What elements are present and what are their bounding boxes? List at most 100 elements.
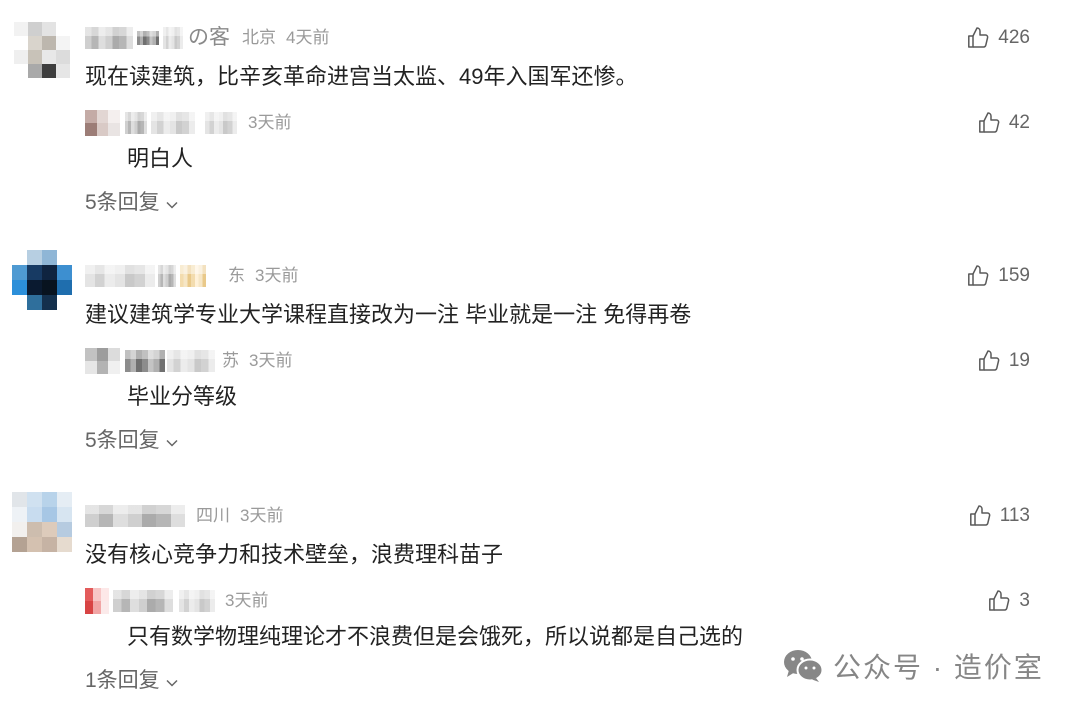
avatar-pixel	[85, 361, 97, 374]
redacted-username[interactable]	[113, 590, 173, 612]
avatar-pixel	[56, 36, 70, 50]
location: 四川	[196, 506, 230, 525]
avatar-pixel	[96, 123, 109, 136]
redacted-username[interactable]	[163, 27, 183, 49]
reply-avatar[interactable]	[85, 348, 120, 374]
redacted-username[interactable]	[158, 265, 176, 287]
avatar-pixel	[85, 601, 93, 614]
reply-like-button[interactable]: 19	[977, 349, 1030, 373]
reply-header: 苏 3天前	[85, 347, 292, 375]
avatar-pixel	[93, 588, 101, 601]
avatar-pixel	[12, 492, 27, 507]
avatar-pixel	[42, 537, 57, 552]
avatar-pixel	[28, 22, 42, 36]
expand-replies-label: 5条回复	[85, 429, 160, 452]
avatar-pixel	[42, 492, 57, 507]
avatar-pixel	[12, 295, 27, 310]
redacted-username[interactable]	[125, 350, 165, 372]
expand-replies-label: 5条回复	[85, 191, 160, 214]
chevron-down-icon	[166, 427, 178, 455]
avatar-pixel	[42, 50, 56, 64]
timestamp: 3天前	[248, 113, 292, 132]
avatar-pixel	[27, 537, 42, 552]
thumbs-up-icon	[966, 264, 990, 288]
like-button[interactable]: 159	[966, 264, 1030, 288]
like-count: 113	[999, 505, 1030, 526]
avatar-pixel	[56, 50, 70, 64]
comment-header: 东 3天前	[85, 264, 298, 288]
avatar[interactable]	[12, 250, 72, 310]
expand-replies-button[interactable]: 1条回复	[85, 667, 178, 695]
avatar-pixel	[42, 507, 57, 522]
avatar-pixel	[42, 250, 57, 265]
avatar-pixel	[42, 295, 57, 310]
thumbs-up-icon	[987, 589, 1011, 613]
avatar-pixel	[14, 50, 28, 64]
timestamp: 3天前	[249, 351, 293, 370]
avatar-pixel	[57, 250, 72, 265]
avatar-pixel	[96, 361, 109, 374]
redacted-username[interactable]	[85, 505, 185, 527]
username[interactable]: の客	[188, 26, 230, 50]
avatar-pixel	[12, 250, 27, 265]
expand-replies-button[interactable]: 5条回复	[85, 427, 178, 455]
reply-like-button[interactable]: 42	[977, 111, 1030, 135]
avatar-pixel	[42, 22, 56, 36]
avatar-pixel	[108, 348, 120, 361]
avatar-pixel	[57, 537, 72, 552]
timestamp: 4天前	[286, 28, 330, 47]
chevron-down-icon	[166, 189, 178, 217]
avatar-pixel	[14, 36, 28, 50]
avatar-pixel	[93, 601, 101, 614]
avatar-pixel	[42, 36, 56, 50]
reply-text: 明白人	[127, 146, 194, 171]
reply-text: 毕业分等级	[127, 384, 238, 409]
redacted-username[interactable]	[85, 265, 155, 287]
avatar-pixel	[96, 110, 109, 123]
avatar-pixel	[14, 22, 28, 36]
redacted-username[interactable]	[137, 31, 159, 45]
avatar-pixel	[42, 265, 57, 280]
avatar-pixel	[108, 110, 120, 123]
expand-replies-button[interactable]: 5条回复	[85, 189, 178, 217]
comment-header: の客 北京 4天前	[85, 26, 329, 50]
avatar-pixel	[27, 522, 42, 537]
thumbs-up-icon	[966, 26, 990, 50]
avatar[interactable]	[14, 22, 70, 78]
avatar-pixel	[96, 348, 109, 361]
avatar-pixel	[85, 110, 97, 123]
avatar-pixel	[57, 280, 72, 295]
avatar-pixel	[27, 250, 42, 265]
avatar-pixel	[27, 280, 42, 295]
expand-replies-label: 1条回复	[85, 669, 160, 692]
avatar-pixel	[56, 64, 70, 78]
watermark: 公众号 · 造价室	[783, 648, 1044, 688]
avatar-pixel	[85, 123, 97, 136]
avatar-pixel	[12, 280, 27, 295]
like-count: 159	[998, 265, 1030, 286]
avatar-pixel	[101, 601, 109, 614]
like-button[interactable]: 113	[968, 504, 1030, 528]
like-button[interactable]: 426	[966, 26, 1030, 50]
reply-text: 只有数学物理纯理论才不浪费但是会饿死，所以说都是自己选的	[127, 624, 744, 649]
redacted-location	[205, 112, 237, 134]
redacted-username[interactable]	[151, 112, 195, 134]
watermark-text: 公众号 · 造价室	[833, 652, 1044, 683]
redacted-username[interactable]	[85, 27, 133, 49]
location: 苏	[222, 351, 239, 370]
location: 东	[228, 266, 245, 285]
redacted-username[interactable]	[167, 350, 215, 372]
timestamp: 3天前	[240, 506, 284, 525]
thumbs-up-icon	[977, 349, 1001, 373]
redacted-username[interactable]	[180, 265, 206, 287]
avatar-pixel	[12, 265, 27, 280]
comment-text: 建议建筑学专业大学课程直接改为一注 毕业就是一注 免得再卷	[85, 302, 692, 327]
redacted-username[interactable]	[125, 112, 147, 134]
avatar-pixel	[108, 123, 120, 136]
reply-avatar[interactable]	[85, 110, 120, 136]
avatar[interactable]	[12, 492, 72, 552]
avatar-pixel	[12, 537, 27, 552]
reply-like-button[interactable]: 3	[987, 589, 1030, 613]
reply-avatar[interactable]	[85, 588, 109, 614]
comment: の客 北京 4天前 426 现在读建筑，比辛亥革命进宫当太监、49年入国军还惨。…	[0, 22, 1075, 226]
